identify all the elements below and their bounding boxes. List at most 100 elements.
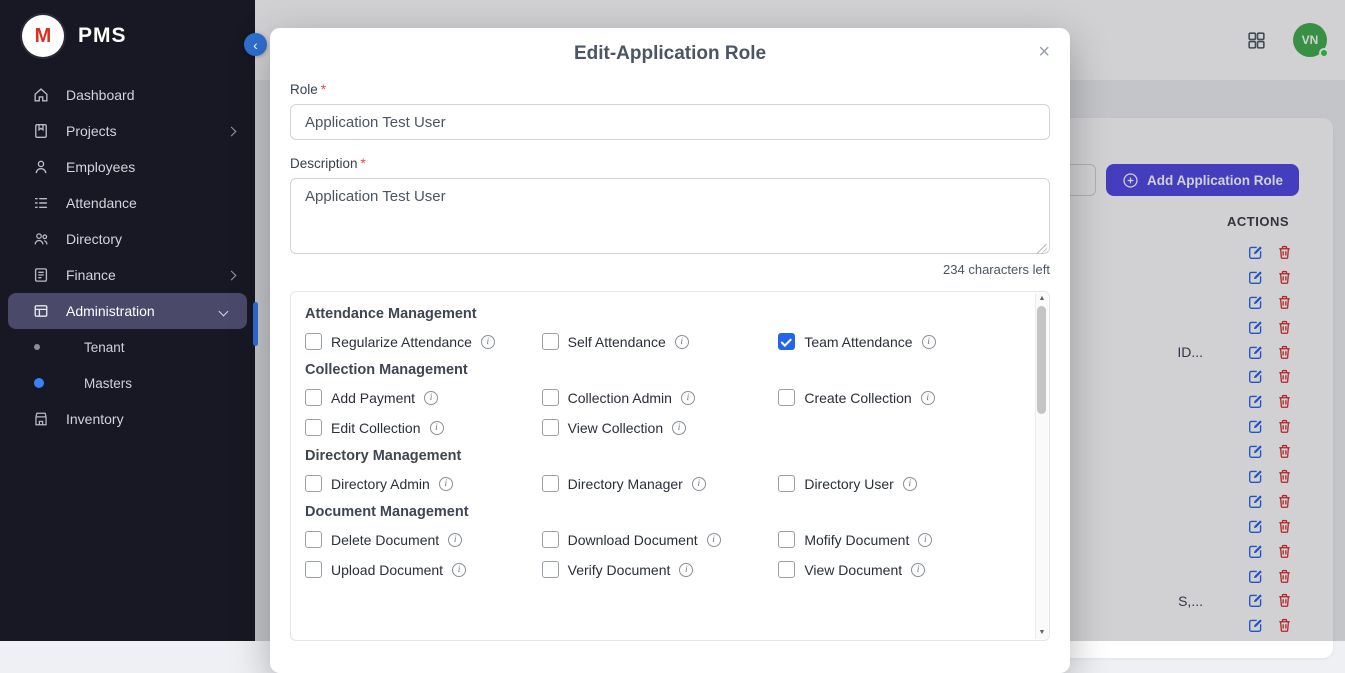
info-icon[interactable]: i bbox=[448, 533, 462, 547]
sidebar-item-inventory[interactable]: Inventory bbox=[0, 401, 255, 437]
checkbox-unchecked[interactable] bbox=[542, 419, 559, 436]
info-icon[interactable]: i bbox=[439, 477, 453, 491]
permission-directory-admin[interactable]: Directory Admin i bbox=[305, 475, 542, 492]
checkbox-unchecked[interactable] bbox=[305, 333, 322, 350]
checkbox-unchecked[interactable] bbox=[542, 389, 559, 406]
permission-collection-admin[interactable]: Collection Admini bbox=[542, 389, 779, 406]
close-icon[interactable]: × bbox=[1038, 42, 1050, 62]
description-wrap: Application Test User bbox=[290, 173, 1050, 259]
info-icon[interactable]: i bbox=[911, 563, 925, 577]
bullet-icon bbox=[34, 344, 40, 350]
permission-label: Add Payment bbox=[331, 390, 415, 406]
info-icon[interactable]: i bbox=[707, 533, 721, 547]
permission-directory-manager[interactable]: Directory Manager i bbox=[542, 475, 779, 492]
sidebar-menu: Dashboard Projects Employees Attendance … bbox=[0, 77, 255, 437]
modal-title: Edit-Application Role bbox=[290, 42, 1050, 66]
info-icon[interactable]: i bbox=[922, 335, 936, 349]
sidebar-subitem-label: Masters bbox=[84, 376, 132, 391]
scroll-up-icon[interactable]: ▲ bbox=[1039, 295, 1046, 303]
scrollbar-thumb[interactable] bbox=[1037, 306, 1046, 414]
permission-create-collection[interactable]: Create Collection i bbox=[778, 389, 1015, 406]
store-icon bbox=[32, 410, 50, 428]
info-icon[interactable]: i bbox=[692, 477, 706, 491]
chevron-right-icon bbox=[227, 126, 237, 136]
list-icon bbox=[32, 194, 50, 212]
checkbox-unchecked[interactable] bbox=[778, 389, 795, 406]
checkbox-unchecked[interactable] bbox=[305, 531, 322, 548]
permission-delete-document[interactable]: Delete Document i bbox=[305, 531, 542, 548]
checkbox-unchecked[interactable] bbox=[305, 419, 322, 436]
bullet-active-icon bbox=[34, 378, 44, 388]
info-icon[interactable]: i bbox=[918, 533, 932, 547]
sidebar-item-finance[interactable]: Finance bbox=[0, 257, 255, 293]
permission-label: Verify Document bbox=[568, 562, 671, 578]
info-icon[interactable]: i bbox=[681, 391, 695, 405]
checkbox-unchecked[interactable] bbox=[778, 531, 795, 548]
permission-section-title: Attendance Management bbox=[305, 306, 1015, 322]
checkbox-unchecked[interactable] bbox=[542, 561, 559, 578]
permission-mofify-document[interactable]: Mofify Document i bbox=[778, 531, 1015, 548]
checkbox-checked[interactable] bbox=[778, 333, 795, 350]
checkbox-unchecked[interactable] bbox=[305, 561, 322, 578]
permission-add-payment[interactable]: Add Payment i bbox=[305, 389, 542, 406]
sidebar-item-directory[interactable]: Directory bbox=[0, 221, 255, 257]
permission-view-document[interactable]: View Documenti bbox=[778, 561, 1015, 578]
permission-self-attendance[interactable]: Self Attendancei bbox=[542, 333, 779, 350]
sidebar-subitem-tenant[interactable]: Tenant bbox=[0, 329, 255, 365]
permission-regularize-attendance[interactable]: Regularize Attendancei bbox=[305, 333, 542, 350]
info-icon[interactable]: i bbox=[921, 391, 935, 405]
description-field-label: Description* bbox=[290, 156, 1050, 173]
info-icon[interactable]: i bbox=[675, 335, 689, 349]
permission-download-document[interactable]: Download Document i bbox=[542, 531, 779, 548]
permission-label: Download Document bbox=[568, 532, 698, 548]
permission-label: Delete Document bbox=[331, 532, 439, 548]
permission-upload-document[interactable]: Upload Document i bbox=[305, 561, 542, 578]
sidebar-item-label: Attendance bbox=[66, 195, 137, 211]
role-label-text: Role bbox=[290, 82, 318, 97]
permission-verify-document[interactable]: Verify Document i bbox=[542, 561, 779, 578]
permission-label: Create Collection bbox=[804, 390, 911, 406]
checkbox-unchecked[interactable] bbox=[305, 389, 322, 406]
checkbox-unchecked[interactable] bbox=[305, 475, 322, 492]
home-icon bbox=[32, 86, 50, 104]
permission-edit-collection[interactable]: Edit Collectioni bbox=[305, 419, 542, 436]
permission-label: Directory Admin bbox=[331, 476, 430, 492]
sidebar-collapse-button[interactable]: ‹ bbox=[244, 33, 267, 56]
info-icon[interactable]: i bbox=[672, 421, 686, 435]
sidebar-item-employees[interactable]: Employees bbox=[0, 149, 255, 185]
permission-label: Upload Document bbox=[331, 562, 443, 578]
permission-label: Directory Manager bbox=[568, 476, 683, 492]
sidebar-subitem-masters[interactable]: Masters bbox=[0, 365, 255, 401]
permission-label: Team Attendance bbox=[804, 334, 912, 350]
permissions-grid: Delete DocumentiDownload DocumentiMofify… bbox=[305, 531, 1015, 578]
app-title: PMS bbox=[78, 24, 127, 48]
app-logo: M PMS bbox=[0, 0, 255, 71]
description-textarea[interactable]: Application Test User bbox=[290, 178, 1050, 254]
scroll-down-icon[interactable]: ▼ bbox=[1039, 629, 1046, 637]
permission-team-attendance[interactable]: Team Attendance i bbox=[778, 333, 1015, 350]
info-icon[interactable]: i bbox=[679, 563, 693, 577]
sidebar-subitem-label: Tenant bbox=[84, 340, 125, 355]
characters-left-counter: 234 characters left bbox=[290, 262, 1050, 279]
permission-label: Mofify Document bbox=[804, 532, 909, 548]
info-icon[interactable]: i bbox=[430, 421, 444, 435]
permission-directory-user[interactable]: Directory Useri bbox=[778, 475, 1015, 492]
sidebar-item-projects[interactable]: Projects bbox=[0, 113, 255, 149]
sidebar-item-administration[interactable]: Administration bbox=[8, 293, 247, 329]
checkbox-unchecked[interactable] bbox=[542, 531, 559, 548]
checkbox-unchecked[interactable] bbox=[542, 475, 559, 492]
info-icon[interactable]: i bbox=[903, 477, 917, 491]
edit-application-role-modal: Edit-Application Role × Role* Descriptio… bbox=[270, 28, 1070, 673]
info-icon[interactable]: i bbox=[424, 391, 438, 405]
role-input[interactable] bbox=[290, 104, 1050, 140]
sidebar-item-attendance[interactable]: Attendance bbox=[0, 185, 255, 221]
sidebar-item-dashboard[interactable]: Dashboard bbox=[0, 77, 255, 113]
resize-grip-icon[interactable] bbox=[1037, 244, 1047, 254]
permission-view-collection[interactable]: View Collectioni bbox=[542, 419, 779, 436]
checkbox-unchecked[interactable] bbox=[778, 561, 795, 578]
checkbox-unchecked[interactable] bbox=[778, 475, 795, 492]
checkbox-unchecked[interactable] bbox=[542, 333, 559, 350]
permissions-grid: Directory AdminiDirectory ManageriDirect… bbox=[305, 475, 1015, 492]
info-icon[interactable]: i bbox=[452, 563, 466, 577]
info-icon[interactable]: i bbox=[481, 335, 495, 349]
